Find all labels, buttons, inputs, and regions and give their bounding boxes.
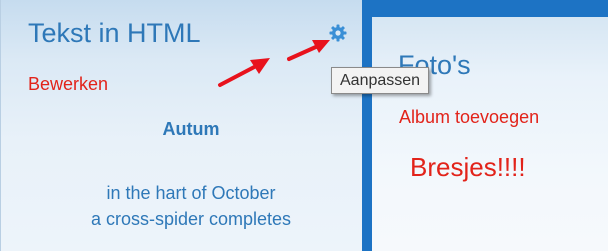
right-widget-top-bar <box>372 0 608 17</box>
poem-line: a cross-spider completes <box>90 209 292 229</box>
poem-title: Autum <box>162 119 220 139</box>
poem-line: in the hart of October <box>106 183 276 203</box>
html-text-content: Autum in the hart of October a cross-spi… <box>28 119 354 232</box>
left-widget-title: Tekst in HTML <box>28 18 201 48</box>
widget-divider <box>362 0 372 251</box>
poem-lines: in the hart of October a cross-spider co… <box>28 180 354 232</box>
red-arrow-icon <box>218 58 270 87</box>
add-album-link[interactable]: Album toevoegen <box>399 107 539 128</box>
edit-link[interactable]: Bewerken <box>28 74 108 95</box>
settings-tooltip: Aanpassen <box>331 67 430 94</box>
red-arrow-icon <box>287 40 330 61</box>
photos-note: Bresjes!!!! <box>410 152 526 182</box>
